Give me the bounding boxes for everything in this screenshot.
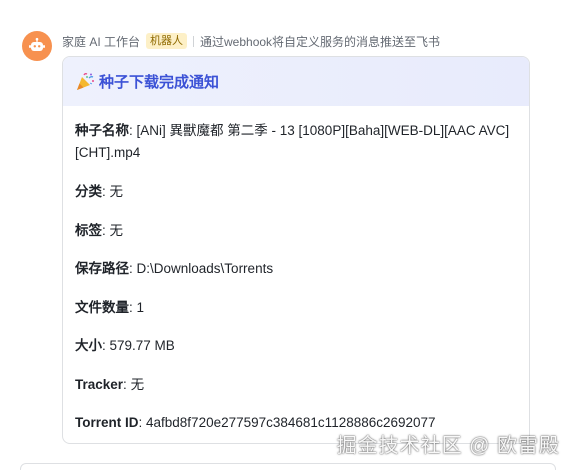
field-value: [ANi] 異獸魔都 第二季 - 13 [1080P][Baha][WEB-DL… (75, 123, 510, 160)
sender-name[interactable]: 家庭 AI 工作台 (62, 33, 140, 50)
field-value: 1 (136, 299, 145, 315)
card-body: 种子名称: [ANi] 異獸魔都 第二季 - 13 [1080P][Baha][… (63, 106, 529, 434)
bot-badge: 机器人 (146, 33, 188, 49)
field-separator: : (102, 184, 110, 199)
field-value: 无 (109, 184, 124, 199)
robot-icon (29, 37, 45, 51)
field-label: 文件数量 (75, 299, 129, 315)
card-header: 种子下载完成通知 (63, 57, 529, 106)
message-header: 家庭 AI 工作台 机器人 通过webhook将自定义服务的消息推送至飞书 (62, 32, 440, 50)
card-title: 种子下载完成通知 (99, 74, 220, 91)
watermark: 掘金技术社区 @ 欧雷殿 (336, 435, 560, 457)
field-separator: : (138, 415, 147, 430)
header-divider (193, 35, 195, 47)
field-label: Torrent ID (75, 415, 139, 430)
field-value: 无 (130, 376, 145, 392)
field-value: D:\Downloads\Torrents (136, 261, 274, 276)
field-size: 大小: 579.77 MB (75, 335, 517, 357)
field-separator: : (129, 299, 137, 315)
field-label: 保存路径 (75, 261, 129, 276)
field-save-path: 保存路径: D:\Downloads\Torrents (75, 258, 517, 280)
party-popper-icon (75, 72, 95, 92)
field-value: 无 (109, 222, 124, 238)
field-label: 大小 (75, 338, 102, 353)
field-value: 4afbd8f720e277597c384681c1128886c2692077 (146, 415, 436, 430)
field-separator: : (129, 123, 137, 138)
field-separator: : (102, 338, 110, 353)
field-label: 标签 (75, 222, 102, 238)
next-message-card (20, 463, 556, 470)
field-label: Tracker (75, 376, 124, 392)
field-separator: : (129, 261, 137, 276)
bot-description: 通过webhook将自定义服务的消息推送至飞书 (200, 34, 441, 49)
field-label: 分类 (75, 184, 102, 199)
field-value: 579.77 MB (109, 338, 175, 353)
field-torrent-name: 种子名称: [ANi] 異獸魔都 第二季 - 13 [1080P][Baha][… (75, 120, 517, 164)
field-tracker: Tracker: 无 (75, 374, 517, 396)
bot-avatar[interactable] (22, 31, 52, 61)
field-category: 分类: 无 (75, 181, 517, 203)
field-file-count: 文件数量: 1 (75, 297, 517, 319)
field-label: 种子名称 (75, 123, 129, 138)
field-separator: : (102, 222, 110, 238)
field-separator: : (123, 376, 131, 392)
notification-card: 种子下载完成通知 种子名称: [ANi] 異獸魔都 第二季 - 13 [1080… (62, 56, 530, 444)
field-tags: 标签: 无 (75, 220, 517, 242)
